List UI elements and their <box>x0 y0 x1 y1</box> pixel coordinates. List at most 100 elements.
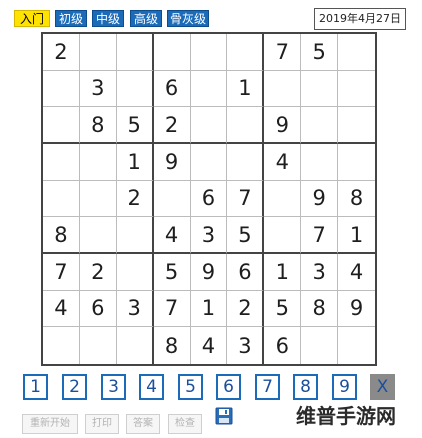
sudoku-cell-r5-c8[interactable]: 9 <box>301 180 339 218</box>
sudoku-cell-r1-c2[interactable] <box>79 34 117 71</box>
sudoku-cell-r1-c5[interactable] <box>190 34 228 71</box>
sudoku-cell-r9-c6[interactable]: 3 <box>227 327 265 364</box>
sudoku-cell-r9-c4[interactable]: 8 <box>154 327 191 364</box>
sudoku-cell-r4-c3[interactable]: 1 <box>116 144 154 181</box>
sudoku-cell-r3-c8[interactable] <box>301 107 339 144</box>
sudoku-cell-r5-c4[interactable] <box>153 180 191 218</box>
sudoku-cell-r5-c2[interactable] <box>79 180 117 218</box>
sudoku-cell-r2-c5[interactable] <box>190 70 228 108</box>
sudoku-cell-r3-c7[interactable]: 9 <box>264 107 302 144</box>
tab-expert[interactable]: 骨灰级 <box>167 10 209 27</box>
sudoku-cell-r1-c9[interactable] <box>338 34 375 71</box>
sudoku-cell-r3-c6[interactable] <box>227 107 265 144</box>
sudoku-cell-r3-c2[interactable]: 8 <box>79 107 117 144</box>
sudoku-cell-r9-c9[interactable] <box>338 327 375 364</box>
sudoku-cell-r7-c6[interactable]: 6 <box>227 254 265 291</box>
sudoku-cell-r7-c7[interactable]: 1 <box>264 254 302 291</box>
sudoku-cell-r2-c8[interactable] <box>301 70 339 108</box>
sudoku-cell-r6-c8[interactable]: 7 <box>301 217 339 254</box>
sudoku-cell-r4-c8[interactable] <box>301 144 339 181</box>
sudoku-cell-r7-c3[interactable] <box>116 254 154 291</box>
sudoku-cell-r8-c1[interactable]: 4 <box>43 290 80 328</box>
sudoku-cell-r9-c3[interactable] <box>117 327 154 364</box>
tab-advanced[interactable]: 高级 <box>130 10 162 27</box>
sudoku-cell-r6-c3[interactable] <box>116 217 154 254</box>
sudoku-cell-r8-c9[interactable]: 9 <box>338 291 375 328</box>
sudoku-cell-r7-c8[interactable]: 3 <box>301 254 339 291</box>
sudoku-cell-r9-c7[interactable]: 6 <box>264 327 302 364</box>
sudoku-cell-r1-c6[interactable] <box>227 34 265 71</box>
sudoku-cell-r2-c3[interactable] <box>116 70 154 108</box>
sudoku-cell-r7-c5[interactable]: 9 <box>190 254 228 291</box>
sudoku-cell-r5-c7[interactable] <box>264 180 302 218</box>
sudoku-cell-r9-c1[interactable] <box>43 327 80 364</box>
sudoku-cell-r2-c1[interactable] <box>43 70 80 108</box>
sudoku-cell-r2-c4[interactable]: 6 <box>153 70 191 108</box>
key-9[interactable]: 9 <box>332 374 357 400</box>
sudoku-cell-r3-c5[interactable] <box>190 107 228 144</box>
sudoku-cell-r6-c4[interactable]: 4 <box>153 217 191 254</box>
sudoku-cell-r8-c2[interactable]: 6 <box>79 290 117 328</box>
sudoku-cell-r8-c8[interactable]: 8 <box>301 290 339 328</box>
sudoku-cell-r4-c7[interactable]: 4 <box>264 144 302 181</box>
save-icon[interactable] <box>215 407 233 425</box>
check-button[interactable]: 检查 <box>168 414 202 434</box>
sudoku-cell-r8-c5[interactable]: 1 <box>190 290 228 328</box>
sudoku-cell-r3-c4[interactable]: 2 <box>153 107 191 144</box>
sudoku-cell-r8-c3[interactable]: 3 <box>116 290 154 328</box>
sudoku-cell-r4-c1[interactable] <box>43 144 80 181</box>
sudoku-cell-r8-c7[interactable]: 5 <box>264 290 302 328</box>
sudoku-cell-r5-c1[interactable] <box>43 180 80 218</box>
sudoku-cell-r1-c4[interactable] <box>153 34 191 71</box>
sudoku-cell-r6-c9[interactable]: 1 <box>338 217 375 254</box>
sudoku-cell-r6-c6[interactable]: 5 <box>227 217 265 254</box>
sudoku-cell-r8-c6[interactable]: 2 <box>227 290 265 328</box>
sudoku-cell-r6-c7[interactable] <box>264 217 302 254</box>
key-3[interactable]: 3 <box>101 374 126 400</box>
tab-intermediate[interactable]: 中级 <box>92 10 124 27</box>
sudoku-cell-r9-c5[interactable]: 4 <box>191 327 228 364</box>
sudoku-cell-r2-c7[interactable] <box>264 70 302 108</box>
sudoku-cell-r2-c9[interactable] <box>338 71 375 108</box>
sudoku-cell-r3-c3[interactable]: 5 <box>116 107 154 144</box>
key-8[interactable]: 8 <box>293 374 318 400</box>
sudoku-cell-r5-c5[interactable]: 6 <box>190 180 228 218</box>
sudoku-cell-r5-c3[interactable]: 2 <box>116 180 154 218</box>
sudoku-cell-r9-c8[interactable] <box>301 327 339 364</box>
sudoku-cell-r7-c2[interactable]: 2 <box>79 254 117 291</box>
tab-elementary[interactable]: 初级 <box>55 10 87 27</box>
sudoku-cell-r1-c3[interactable] <box>116 34 154 71</box>
tab-beginner[interactable]: 入门 <box>14 10 50 27</box>
sudoku-cell-r5-c9[interactable]: 8 <box>338 181 375 218</box>
sudoku-cell-r4-c4[interactable]: 9 <box>153 144 191 181</box>
sudoku-cell-r4-c5[interactable] <box>190 144 228 181</box>
sudoku-cell-r8-c4[interactable]: 7 <box>153 290 191 328</box>
key-1[interactable]: 1 <box>23 374 48 400</box>
sudoku-cell-r2-c2[interactable]: 3 <box>79 70 117 108</box>
sudoku-cell-r6-c5[interactable]: 3 <box>190 217 228 254</box>
sudoku-cell-r7-c4[interactable]: 5 <box>153 254 191 291</box>
restart-button[interactable]: 重新开始 <box>22 414 78 434</box>
sudoku-cell-r6-c1[interactable]: 8 <box>43 217 80 254</box>
answer-button[interactable]: 答案 <box>126 414 160 434</box>
key-4[interactable]: 4 <box>139 374 164 400</box>
sudoku-cell-r3-c9[interactable] <box>338 107 375 144</box>
key-5[interactable]: 5 <box>178 374 203 400</box>
erase-key[interactable]: X <box>370 374 395 400</box>
sudoku-cell-r4-c2[interactable] <box>79 144 117 181</box>
sudoku-cell-r7-c1[interactable]: 7 <box>43 254 80 291</box>
key-2[interactable]: 2 <box>62 374 87 400</box>
sudoku-cell-r2-c6[interactable]: 1 <box>227 70 265 108</box>
sudoku-cell-r1-c1[interactable]: 2 <box>43 34 80 71</box>
sudoku-cell-r9-c2[interactable] <box>80 327 117 364</box>
sudoku-cell-r6-c2[interactable] <box>79 217 117 254</box>
sudoku-cell-r3-c1[interactable] <box>43 107 80 144</box>
sudoku-cell-r4-c9[interactable] <box>338 144 375 181</box>
sudoku-cell-r1-c7[interactable]: 7 <box>264 34 302 71</box>
print-button[interactable]: 打印 <box>85 414 119 434</box>
sudoku-cell-r1-c8[interactable]: 5 <box>301 34 339 71</box>
sudoku-cell-r7-c9[interactable]: 4 <box>338 254 375 291</box>
key-7[interactable]: 7 <box>255 374 280 400</box>
key-6[interactable]: 6 <box>216 374 241 400</box>
sudoku-cell-r5-c6[interactable]: 7 <box>227 180 265 218</box>
